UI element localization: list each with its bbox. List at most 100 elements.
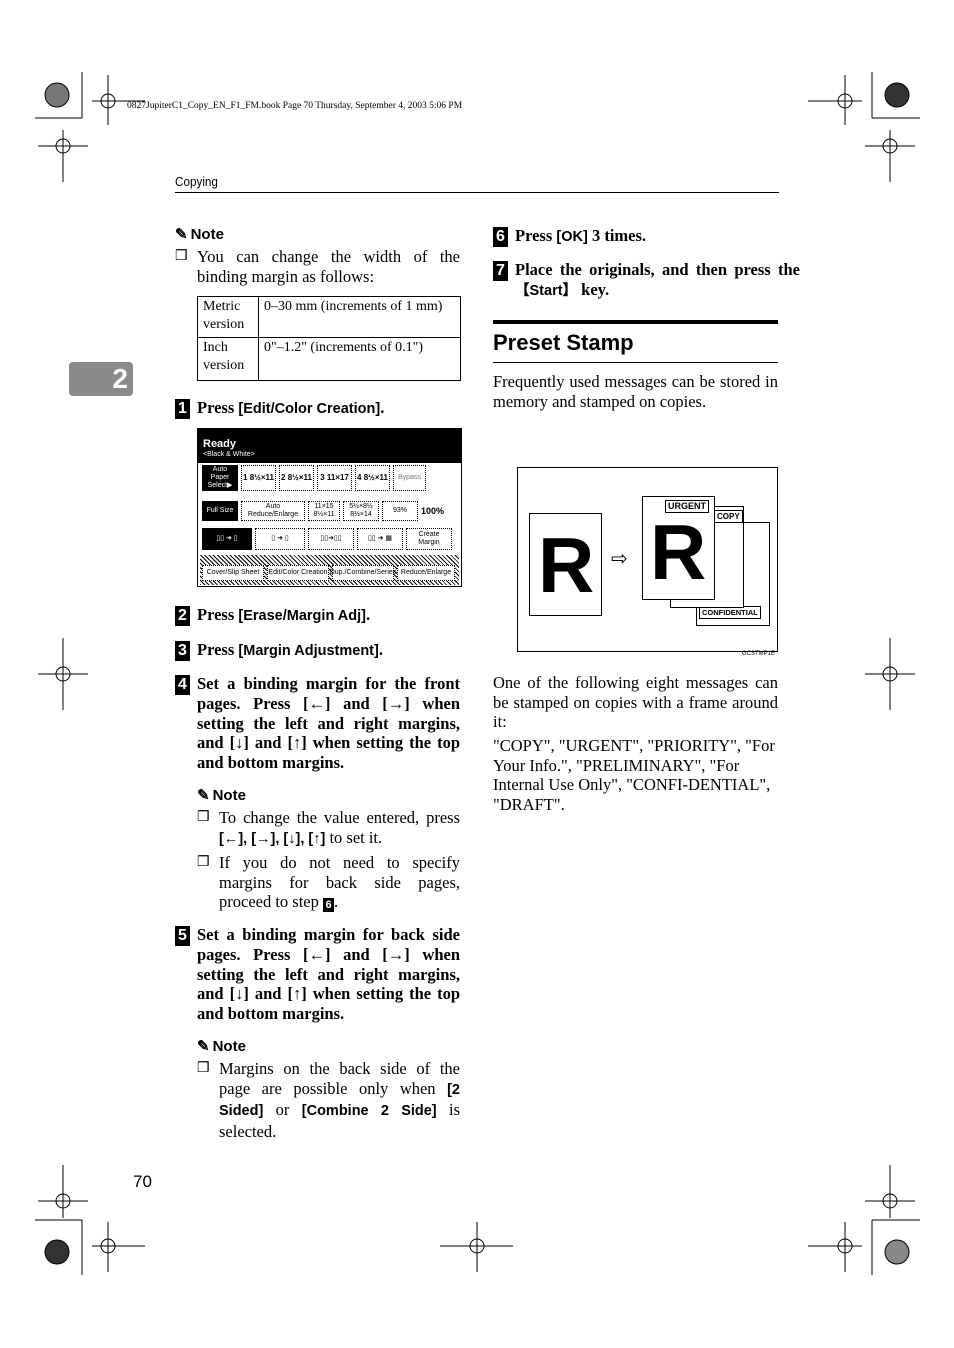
combine-mode-button[interactable]: ▯▯ ➜ ▦ <box>357 528 403 550</box>
note-text: To change the value entered, press <box>219 808 460 827</box>
table-cell: 0–30 mm (increments of 1 mm) <box>258 296 461 338</box>
mode-text: <Black & White> <box>203 451 255 458</box>
note-heading: ✎ Note <box>197 786 246 804</box>
note-item: ❒ Margins on the back side of the page ar… <box>197 1059 460 1141</box>
key-label: [Combine 2 Side] <box>301 1103 437 1119</box>
step-number: 6 <box>493 227 508 247</box>
step-1: 1 Press [Edit/Color Creation]. <box>175 398 460 420</box>
page-number: 70 <box>133 1172 152 1191</box>
manual-page: 0827JupiterC1_Copy_EN_F1_FM.book Page 70… <box>0 0 954 1348</box>
step-text: . <box>365 605 371 624</box>
key-label: [Margin Adjustment] <box>238 643 379 659</box>
table-cell: 0"–1.2" (increments of 0.1") <box>258 337 461 381</box>
square-bullet-icon: ❒ <box>197 810 210 825</box>
step-text: key. <box>577 279 610 299</box>
registration-mark-icon <box>35 72 920 1275</box>
copy-letter: R <box>650 508 707 596</box>
table-cell: Metric version <box>197 296 259 338</box>
tab-dup-combine-series[interactable]: Dup./Combine/Series <box>330 565 396 581</box>
control-panel-screen: Ready <Black & White> Auto Paper Select▶ … <box>197 428 462 587</box>
square-bullet-icon: ❒ <box>197 1061 210 1076</box>
pencil-icon: ✎ <box>197 1038 210 1055</box>
table-row: Inch version 0"–1.2" (increments of 0.1") <box>197 337 461 381</box>
stamp-label: COPY <box>714 510 743 523</box>
tab-edit-color-creation[interactable]: Edit/Color Creation <box>267 565 329 581</box>
note-title: Note <box>212 1038 246 1055</box>
note-text: You can change the width of the binding … <box>197 247 460 286</box>
auto-paper-select-button[interactable]: Auto Paper Select▶ <box>202 465 238 491</box>
note-text: Margins on the back side of the page are… <box>219 1059 460 1098</box>
status-text: Ready <box>203 438 237 450</box>
tab-cover-slip-sheet[interactable]: Cover/Slip Sheet <box>202 565 264 581</box>
paragraph: One of the following eight messages can … <box>493 673 778 731</box>
step-text: . <box>380 398 385 417</box>
step-3: 3 Press [Margin Adjustment]. <box>175 640 460 662</box>
step-5: 5 Set a binding margin for back side page… <box>175 925 460 1024</box>
step-text: Press <box>197 640 239 659</box>
step-6: 6 Press [OK] 3 times. <box>493 226 800 248</box>
step-text: Press <box>515 226 557 245</box>
status-area: Ready <Black & White> <box>198 437 461 463</box>
step-number: 1 <box>175 399 190 419</box>
section-heading: Preset Stamp <box>493 320 778 363</box>
table-row: Metric version 0–30 mm (increments of 1 m… <box>197 296 461 338</box>
duplex-mode-button[interactable]: ▯ ➜ ▯ <box>255 528 305 550</box>
ratio-display: 100% <box>421 506 445 516</box>
note-text: to set it. <box>325 827 383 847</box>
copy-sheet: URGENT R <box>642 496 715 600</box>
tray-button[interactable]: 4 8½×11 <box>355 465 390 491</box>
step-text: Press <box>197 398 239 417</box>
arrow-right-icon: ⇨ <box>611 548 628 570</box>
bypass-button[interactable]: Bypass <box>393 465 426 491</box>
create-margin-button[interactable]: Create Margin <box>406 528 452 550</box>
ratio-button[interactable]: 11×15 8½×11 <box>308 501 340 521</box>
step-4: 4 Set a binding margin for the front page… <box>175 674 460 773</box>
combine-mode-button[interactable]: ▯▯➜▯▯ <box>308 528 354 550</box>
original-sheet: R <box>529 513 602 616</box>
auto-reduce-enlarge-button[interactable]: Auto Reduce/Enlarge <box>241 501 305 521</box>
stamp-illustration: R ⇨ CONFIDENTIAL COPY URGENT R <box>517 467 778 652</box>
step-text: 3 times. <box>587 226 647 245</box>
running-title: Copying <box>175 174 218 189</box>
step-7: 7 Place the originals, and then press the… <box>493 260 800 302</box>
square-bullet-icon: ❒ <box>175 249 188 264</box>
square-bullet-icon: ❒ <box>197 855 210 870</box>
table-cell: Inch version <box>197 337 259 381</box>
tray-button[interactable]: 2 8½×11 <box>279 465 314 491</box>
file-info: 0827JupiterC1_Copy_EN_F1_FM.book Page 70… <box>127 101 463 111</box>
note-item: ❒ You can change the width of the binding… <box>175 247 460 286</box>
duplex-mode-button[interactable]: ▯▯ ➜ ▯ <box>202 528 252 550</box>
key-label: 【Start】 <box>515 282 578 299</box>
note-text: or <box>263 1100 302 1119</box>
key-label: [←], [→], [↓], [↑] <box>219 830 326 847</box>
note-heading: ✎ Note <box>197 1037 246 1055</box>
step-number: 4 <box>175 675 190 695</box>
ratio-button[interactable]: 93% <box>382 501 418 521</box>
step-2: 2 Press [Erase/Margin Adj]. <box>175 605 460 627</box>
step-number: 3 <box>175 641 190 661</box>
step-number: 2 <box>175 606 190 626</box>
stamp-messages-list: "COPY", "URGENT", "PRIORITY", "For Your … <box>493 736 775 814</box>
key-label: [Erase/Margin Adj] <box>238 608 366 624</box>
step-text: Place the originals, and then press the <box>515 260 800 279</box>
step-text: Press <box>197 605 239 624</box>
note-item: ❒ If you do not need to specify margins f… <box>197 853 460 912</box>
key-label: [OK] <box>556 229 588 245</box>
figure-id: GCSTMP1E <box>742 651 776 657</box>
original-letter: R <box>538 521 595 609</box>
header-rule <box>175 192 779 193</box>
pencil-icon: ✎ <box>175 226 188 243</box>
note-text: If you do not need to specify margins fo… <box>219 853 460 911</box>
step-number: 5 <box>175 926 190 946</box>
tab-reduce-enlarge[interactable]: Reduce/Enlarge <box>397 565 455 581</box>
key-label: [Edit/Color Creation] <box>238 401 381 417</box>
step-text: Set a binding margin for back side pages… <box>197 925 460 1024</box>
step-text: Set a binding margin for the front pages… <box>197 674 460 773</box>
tray-button[interactable]: 3 11×17 <box>317 465 352 491</box>
tray-button[interactable]: 1 8½×11 <box>241 465 276 491</box>
full-size-button[interactable]: Full Size <box>202 501 238 521</box>
intro-paragraph: Frequently used messages can be stored i… <box>493 372 778 411</box>
function-tabs: Cover/Slip Sheet Edit/Color Creation Dup… <box>200 555 459 585</box>
ratio-button[interactable]: 5½×8½ 8½×14 <box>343 501 379 521</box>
note-heading: ✎ Note <box>175 225 224 243</box>
